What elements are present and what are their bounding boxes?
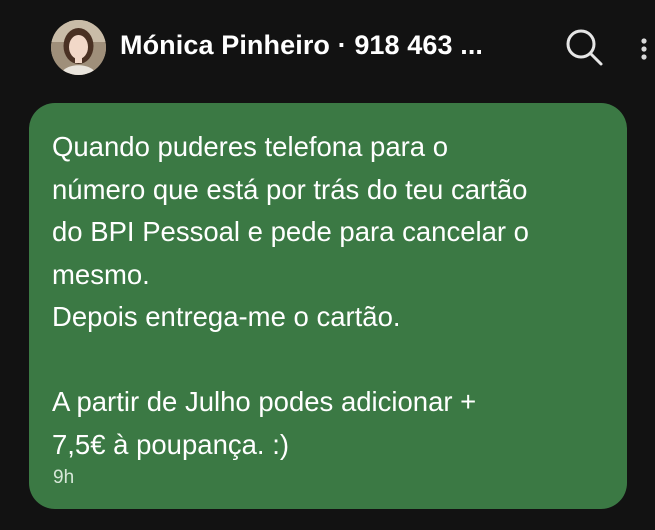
message-text: Quando puderes telefona para o número qu…	[52, 131, 529, 460]
conversation-header: Mónica Pinheiro · 918 463 ...	[0, 0, 655, 96]
avatar-photo-icon	[51, 20, 106, 75]
conversation-screen: Mónica Pinheiro · 918 463 ... Quando pud…	[0, 0, 655, 530]
more-options-button[interactable]	[632, 30, 655, 66]
more-vertical-icon	[641, 38, 647, 60]
search-icon	[566, 29, 603, 66]
search-button[interactable]	[562, 26, 606, 70]
contact-name[interactable]: Mónica Pinheiro · 918 463 ...	[120, 30, 530, 61]
incoming-message-bubble[interactable]: Quando puderes telefona para o número qu…	[29, 103, 627, 509]
message-timestamp: 9h	[53, 467, 75, 488]
contact-avatar[interactable]	[51, 20, 106, 75]
